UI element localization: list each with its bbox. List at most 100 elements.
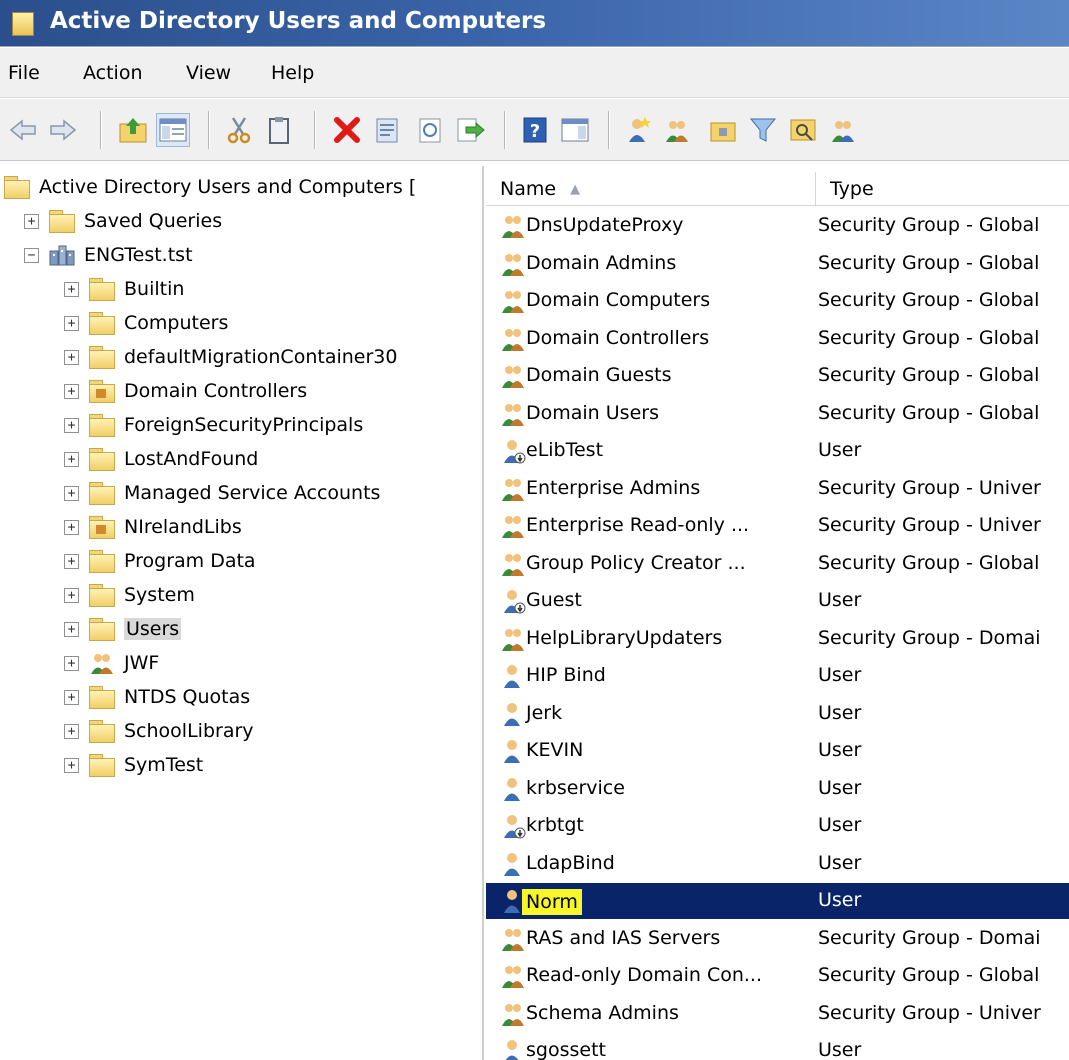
tree-item-system[interactable]: + System	[64, 578, 195, 612]
menu-help[interactable]: Help	[271, 62, 314, 84]
expand-icon[interactable]: +	[24, 213, 39, 229]
toolbar-separator	[608, 111, 610, 149]
tree-item-program-data[interactable]: + Program Data	[64, 544, 256, 578]
tree-item-defaultmigrationcontainer30[interactable]: + defaultMigrationContainer30	[64, 340, 397, 374]
table-row[interactable]: DnsUpdateProxy Security Group - Global	[486, 208, 1069, 244]
forward-icon[interactable]	[46, 113, 80, 147]
column-header-name[interactable]: Name ▲	[486, 172, 816, 206]
table-row[interactable]: Group Policy Creator ... Security Group -…	[486, 546, 1069, 582]
menu-view[interactable]: View	[186, 62, 231, 84]
tree-root[interactable]: Active Directory Users and Computers [	[4, 170, 416, 204]
toolbar-separator	[314, 111, 316, 149]
tree-item-nirelandlibs[interactable]: + NIrelandLibs	[64, 510, 242, 544]
tree-item-ntds-quotas[interactable]: + NTDS Quotas	[64, 680, 250, 714]
expand-icon[interactable]: +	[64, 349, 79, 365]
tree-item-jwf[interactable]: + JWF	[64, 646, 159, 680]
table-row[interactable]: LdapBind User	[486, 846, 1069, 882]
new-ou-icon[interactable]	[706, 113, 740, 147]
tree-item-builtin[interactable]: + Builtin	[64, 272, 184, 306]
user-icon	[500, 1038, 526, 1060]
menu-action[interactable]: Action	[83, 62, 143, 84]
tree-item-schoollibrary[interactable]: + SchoolLibrary	[64, 714, 254, 748]
properties-icon[interactable]	[370, 113, 404, 147]
table-row[interactable]: krbtgt User	[486, 808, 1069, 844]
table-row[interactable]: Enterprise Admins Security Group - Univer	[486, 471, 1069, 507]
up-folder-icon[interactable]	[116, 113, 150, 147]
tree-item-lostandfound[interactable]: + LostAndFound	[64, 442, 258, 476]
app-icon	[12, 12, 34, 36]
table-row[interactable]: Domain Controllers Security Group - Globa…	[486, 321, 1069, 357]
tree-item-domain-controllers[interactable]: + Domain Controllers	[64, 374, 307, 408]
row-name: HelpLibraryUpdaters	[526, 626, 723, 649]
expand-icon[interactable]: +	[64, 519, 79, 535]
table-row[interactable]: Guest User	[486, 583, 1069, 619]
table-row[interactable]: sgossett User	[486, 1033, 1069, 1060]
expand-icon[interactable]: +	[64, 553, 79, 569]
back-icon[interactable]	[6, 113, 40, 147]
expand-icon[interactable]: +	[64, 655, 79, 671]
expand-icon[interactable]: +	[64, 485, 79, 501]
expand-icon[interactable]: +	[64, 723, 79, 739]
console-tree: Active Directory Users and Computers [ +…	[0, 166, 484, 1060]
group-icon	[500, 626, 526, 652]
column-header-type[interactable]: Type	[816, 172, 1069, 206]
row-type: Security Group - Univer	[818, 514, 1041, 536]
export-list-icon[interactable]	[453, 113, 487, 147]
expand-icon[interactable]: +	[64, 689, 79, 705]
expand-icon[interactable]: +	[64, 417, 79, 433]
new-group-icon[interactable]	[660, 113, 694, 147]
table-row[interactable]: RAS and IAS Servers Security Group - Doma…	[486, 921, 1069, 957]
expand-icon[interactable]: +	[64, 383, 79, 399]
new-user-icon[interactable]	[620, 113, 654, 147]
table-row[interactable]: eLibTest User	[486, 433, 1069, 469]
tree-item-foreignsecurityprincipals[interactable]: + ForeignSecurityPrincipals	[64, 408, 363, 442]
row-name: sgossett	[526, 1039, 606, 1060]
table-row[interactable]: Enterprise Read-only ... Security Group -…	[486, 508, 1069, 544]
cut-icon[interactable]	[222, 113, 256, 147]
filter-icon[interactable]	[746, 113, 780, 147]
show-console-tree-icon[interactable]	[156, 113, 190, 147]
expand-icon[interactable]: +	[64, 587, 79, 603]
help-icon[interactable]: ?	[518, 113, 552, 147]
row-name: Read-only Domain Con...	[526, 964, 762, 986]
tree-item-computers[interactable]: + Computers	[64, 306, 228, 340]
table-row[interactable]: Read-only Domain Con... Security Group - …	[486, 958, 1069, 994]
table-row[interactable]: KEVIN User	[486, 733, 1069, 769]
table-row[interactable]: Schema Admins Security Group - Univer	[486, 996, 1069, 1032]
table-row[interactable]: Jerk User	[486, 696, 1069, 732]
table-row[interactable]: HelpLibraryUpdaters Security Group - Doma…	[486, 621, 1069, 657]
paste-icon[interactable]	[262, 113, 296, 147]
collapse-icon[interactable]: −	[24, 247, 39, 263]
menu-file[interactable]: File	[8, 62, 40, 84]
tree-item-managed-service-accounts[interactable]: + Managed Service Accounts	[64, 476, 380, 510]
folder-icon	[89, 482, 115, 505]
group-icon	[500, 251, 526, 277]
expand-icon[interactable]: +	[64, 315, 79, 331]
tree-item-symtest[interactable]: + SymTest	[64, 748, 203, 782]
table-row[interactable]: HIP Bind User	[486, 658, 1069, 694]
tree-item-users[interactable]: + Users	[64, 612, 182, 646]
refresh-icon[interactable]	[413, 113, 447, 147]
row-name: Domain Guests	[526, 364, 672, 386]
table-row[interactable]: krbservice User	[486, 771, 1069, 807]
table-row[interactable]: Domain Guests Security Group - Global	[486, 358, 1069, 394]
table-row[interactable]: Domain Users Security Group - Global	[486, 396, 1069, 432]
svg-text:?: ?	[530, 121, 540, 142]
expand-icon[interactable]: +	[64, 281, 79, 297]
delete-icon[interactable]	[330, 113, 364, 147]
row-type: User	[818, 664, 862, 686]
folder-icon	[89, 278, 115, 301]
find-icon[interactable]	[786, 113, 820, 147]
expand-icon[interactable]: +	[64, 621, 79, 637]
add-to-group-icon[interactable]	[826, 113, 860, 147]
show-action-pane-icon[interactable]	[558, 113, 592, 147]
tree-item-saved-queries[interactable]: + Saved Queries	[24, 204, 222, 238]
table-row[interactable]: Norm User	[486, 883, 1069, 919]
expand-icon[interactable]: +	[64, 757, 79, 773]
row-name: Enterprise Read-only ...	[526, 514, 750, 536]
tree-item-domain[interactable]: − ENGTest.tst	[24, 238, 193, 272]
folder-icon	[89, 686, 115, 709]
table-row[interactable]: Domain Admins Security Group - Global	[486, 246, 1069, 282]
expand-icon[interactable]: +	[64, 451, 79, 467]
table-row[interactable]: Domain Computers Security Group - Global	[486, 283, 1069, 319]
